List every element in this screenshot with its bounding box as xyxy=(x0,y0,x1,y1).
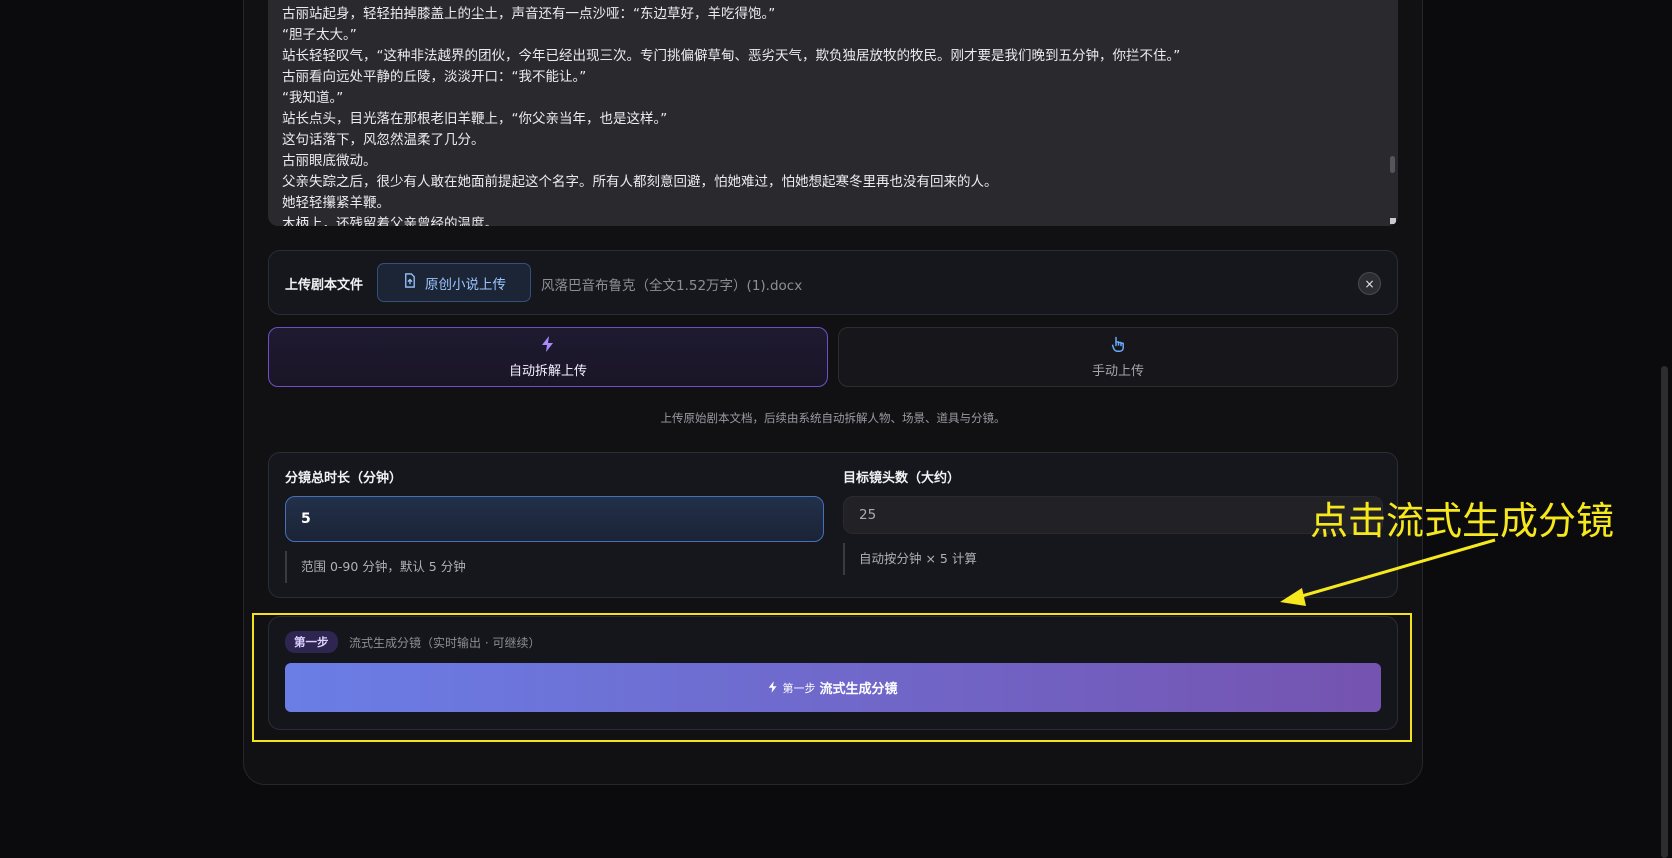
annotation-arrow-icon xyxy=(1280,538,1496,606)
